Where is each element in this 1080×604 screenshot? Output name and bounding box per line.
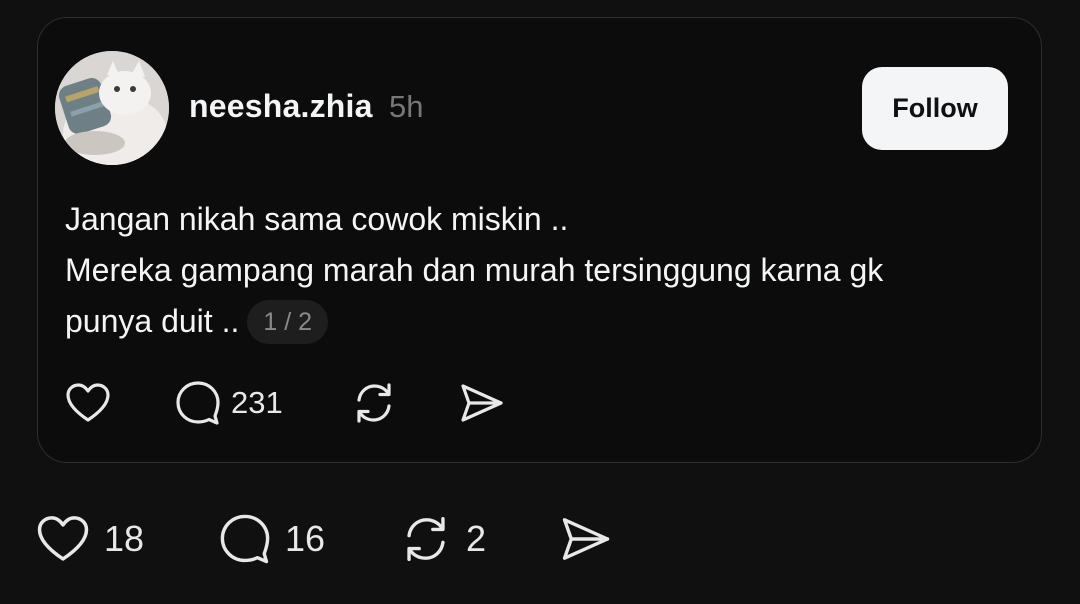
comment-button[interactable]: 231 <box>175 378 283 428</box>
repost-button[interactable]: 2 <box>400 509 486 569</box>
post-text: Jangan nikah sama cowok miskin .. Mereka… <box>65 194 995 347</box>
heart-icon <box>65 382 111 424</box>
comment-count: 16 <box>285 518 326 559</box>
share-icon <box>560 514 612 564</box>
avatar[interactable] <box>55 51 169 165</box>
repost-count: 2 <box>466 518 487 559</box>
share-icon <box>459 381 505 425</box>
post-text-line: Mereka gampang marah dan murah tersinggu… <box>65 252 884 288</box>
share-button[interactable] <box>459 378 505 428</box>
post-text-line-last: punya duit .. 1 / 2 <box>65 296 995 347</box>
post-text-segment: punya duit .. <box>65 303 240 339</box>
quoted-post-card[interactable]: neesha.zhia 5h Follow Jangan nikah sama … <box>37 17 1042 463</box>
repost-button[interactable] <box>351 378 397 428</box>
repost-icon <box>400 513 452 565</box>
like-count: 18 <box>104 518 145 559</box>
follow-button[interactable]: Follow <box>862 67 1008 150</box>
comment-button[interactable]: 16 <box>219 509 325 569</box>
like-button[interactable]: 18 <box>36 509 144 569</box>
repost-icon <box>351 380 397 426</box>
page: neesha.zhia 5h Follow Jangan nikah sama … <box>0 0 1080 604</box>
post-actions: 18 16 2 <box>36 509 656 569</box>
comment-count: 231 <box>231 385 283 420</box>
post-timestamp: 5h <box>389 89 424 124</box>
like-button[interactable] <box>65 378 111 428</box>
share-button[interactable] <box>560 509 612 569</box>
page-indicator-badge[interactable]: 1 / 2 <box>247 299 328 344</box>
comment-icon <box>175 380 221 426</box>
quoted-post-actions: 231 <box>65 378 565 428</box>
username[interactable]: neesha.zhia <box>189 88 373 125</box>
post-text-line: Jangan nikah sama cowok miskin .. <box>65 201 569 237</box>
heart-icon <box>36 514 90 564</box>
comment-icon <box>219 513 271 565</box>
